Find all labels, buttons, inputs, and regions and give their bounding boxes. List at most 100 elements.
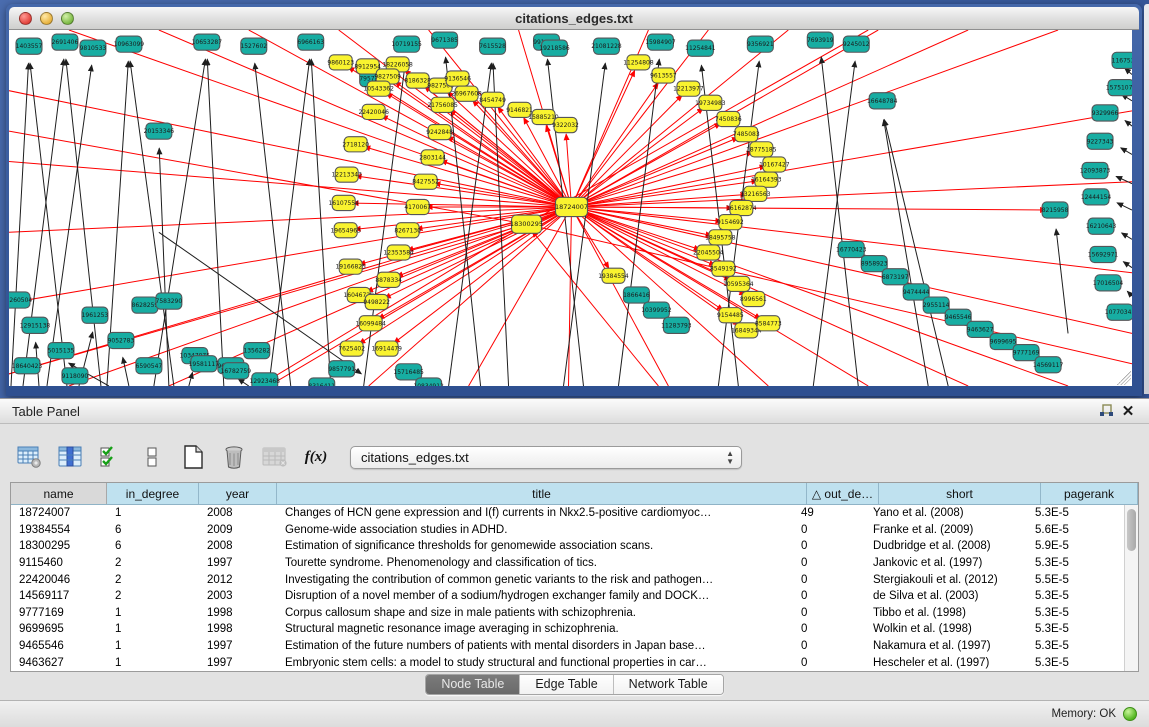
cell-year[interactable]: 2008: [199, 507, 277, 519]
graph-node[interactable]: 2691406: [52, 34, 79, 50]
graph-node[interactable]: 16210643: [1086, 218, 1117, 234]
graph-node[interactable]: 22045504: [693, 245, 724, 260]
cell-title[interactable]: Changes of HCN gene expression and I(f) …: [277, 507, 793, 519]
graph-node[interactable]: 9498222: [363, 294, 390, 309]
citation-edge-red[interactable]: [571, 71, 634, 207]
cell-title[interactable]: Corpus callosum shape and size in male p…: [277, 607, 793, 619]
graph-node[interactable]: 15692971: [1088, 246, 1119, 262]
graph-node[interactable]: 9699695: [990, 333, 1017, 349]
graph-node[interactable]: 17016504: [1093, 275, 1124, 291]
citation-edge-black[interactable]: [1123, 262, 1132, 268]
citation-edge-black[interactable]: [618, 59, 659, 386]
table-settings-icon[interactable]: [16, 444, 42, 470]
graph-node[interactable]: 16770423: [836, 241, 867, 257]
graph-node[interactable]: 9242848: [426, 125, 453, 140]
citation-edge-black[interactable]: [159, 148, 169, 386]
cell-title[interactable]: Disruption of a novel member of a sodium…: [277, 590, 793, 602]
citation-edge-black[interactable]: [154, 59, 206, 386]
cell-title[interactable]: Estimation of significance thresholds fo…: [277, 540, 793, 552]
network-view[interactable]: 1403557269140698105331096309910653287152…: [9, 30, 1132, 386]
cell-pagerank[interactable]: 5.3E-5: [1027, 557, 1124, 569]
citation-edge-red[interactable]: [9, 161, 571, 207]
cell-year[interactable]: 2008: [199, 540, 277, 552]
graph-node[interactable]: 7693919: [807, 32, 834, 48]
citation-edge-black[interactable]: [1121, 148, 1132, 155]
graph-node[interactable]: 8628259: [132, 297, 159, 313]
citation-edge-black[interactable]: [813, 61, 855, 386]
citation-edge-red[interactable]: [249, 30, 572, 207]
cell-out_degree[interactable]: 0: [793, 524, 865, 536]
graph-node[interactable]: 12923468: [250, 373, 281, 386]
citation-edge-red[interactable]: [364, 147, 571, 207]
scrollbar-thumb[interactable]: [1127, 509, 1136, 551]
graph-node[interactable]: 1403557: [16, 38, 43, 54]
table-row[interactable]: 1938455462009Genome-wide association stu…: [11, 522, 1124, 539]
graph-node[interactable]: 19384554: [598, 268, 629, 283]
graph-node[interactable]: 12915138: [20, 317, 51, 333]
graph-node[interactable]: 16107554: [328, 195, 359, 210]
cell-in_degree[interactable]: 6: [107, 540, 199, 552]
graph-node[interactable]: 9118090: [62, 368, 89, 384]
cell-pagerank[interactable]: 5.9E-5: [1027, 540, 1124, 552]
cell-out_degree[interactable]: 0: [793, 590, 865, 602]
graph-node[interactable]: 1961253: [82, 307, 109, 323]
column-select-icon[interactable]: [57, 444, 83, 470]
cell-name[interactable]: 18300295: [11, 540, 107, 552]
graph-node[interactable]: 16162874: [726, 200, 757, 215]
table-row[interactable]: 911546021997Tourette syndrome. Phenomeno…: [11, 555, 1124, 572]
new-document-icon[interactable]: [180, 444, 206, 470]
citation-edge-red[interactable]: [571, 83, 658, 207]
row-height-icon[interactable]: [139, 444, 165, 470]
graph-node[interactable]: 18640423: [12, 358, 43, 374]
cell-out_degree[interactable]: 0: [793, 657, 865, 669]
citation-edge-black[interactable]: [123, 357, 129, 386]
column-header-out_de[interactable]: △ out_de…: [807, 483, 879, 504]
cell-in_degree[interactable]: 1: [107, 657, 199, 669]
graph-node[interactable]: 16099484: [355, 316, 386, 331]
cell-pagerank[interactable]: 5.6E-5: [1027, 524, 1124, 536]
graph-node[interactable]: 10963099: [114, 36, 145, 52]
citation-edge-red[interactable]: [571, 207, 1046, 210]
cell-in_degree[interactable]: 2: [107, 590, 199, 602]
graph-node[interactable]: 18775185: [746, 142, 777, 157]
network-window-titlebar[interactable]: citations_edges.txt: [9, 7, 1139, 30]
graph-node[interactable]: 16164393: [751, 172, 782, 187]
graph-node[interactable]: 9154692: [717, 215, 744, 230]
cell-in_degree[interactable]: 1: [107, 507, 199, 519]
graph-node[interactable]: 19654963: [330, 223, 361, 238]
graph-node[interactable]: 8454749: [479, 92, 506, 107]
citation-edge-red[interactable]: [9, 207, 571, 374]
citation-edge-red[interactable]: [571, 108, 703, 207]
graph-node[interactable]: 8427552: [412, 174, 439, 189]
network-canvas[interactable]: 1403557269140698105331096309910653287152…: [9, 30, 1132, 386]
graph-node[interactable]: 9329966: [1092, 105, 1119, 121]
table-row[interactable]: 1456911722003Disruption of a novel membe…: [11, 588, 1124, 605]
graph-node[interactable]: 9322032: [552, 117, 579, 132]
graph-node[interactable]: 7450836: [715, 111, 742, 126]
table-row[interactable]: 1872400712008Changes of HCN gene express…: [11, 505, 1124, 522]
cell-out_degree[interactable]: 0: [793, 607, 865, 619]
graph-node[interactable]: 9356921: [747, 36, 774, 52]
vertical-scrollbar[interactable]: [1124, 505, 1138, 671]
minimize-window-icon[interactable]: [40, 12, 53, 25]
graph-node[interactable]: 10719155: [391, 36, 422, 52]
cell-name[interactable]: 9777169: [11, 607, 107, 619]
cell-pagerank[interactable]: 5.3E-5: [1027, 507, 1124, 519]
cell-short[interactable]: Wolkin et al. (1998): [865, 623, 1027, 635]
table-row[interactable]: 2242004622012Investigating the contribut…: [11, 571, 1124, 588]
cell-year[interactable]: 1997: [199, 557, 277, 569]
cell-out_degree[interactable]: 49: [793, 507, 865, 519]
tab-node-table[interactable]: Node Table: [426, 675, 520, 694]
cell-short[interactable]: Yano et al. (2008): [865, 507, 1027, 519]
graph-node[interactable]: 16648784: [867, 93, 898, 109]
graph-node[interactable]: 9052783: [108, 332, 135, 348]
graph-node[interactable]: 7485083: [733, 127, 760, 142]
citation-edge-black[interactable]: [189, 373, 193, 386]
graph-node[interactable]: 8878334: [375, 272, 402, 287]
cell-year[interactable]: 2003: [199, 590, 277, 602]
graph-node[interactable]: 18495758: [705, 230, 736, 245]
tab-network-table[interactable]: Network Table: [614, 675, 723, 694]
graph-node[interactable]: 15984907: [645, 34, 676, 50]
graph-node[interactable]: 26967608: [451, 86, 482, 101]
citation-edge-black[interactable]: [30, 63, 67, 386]
